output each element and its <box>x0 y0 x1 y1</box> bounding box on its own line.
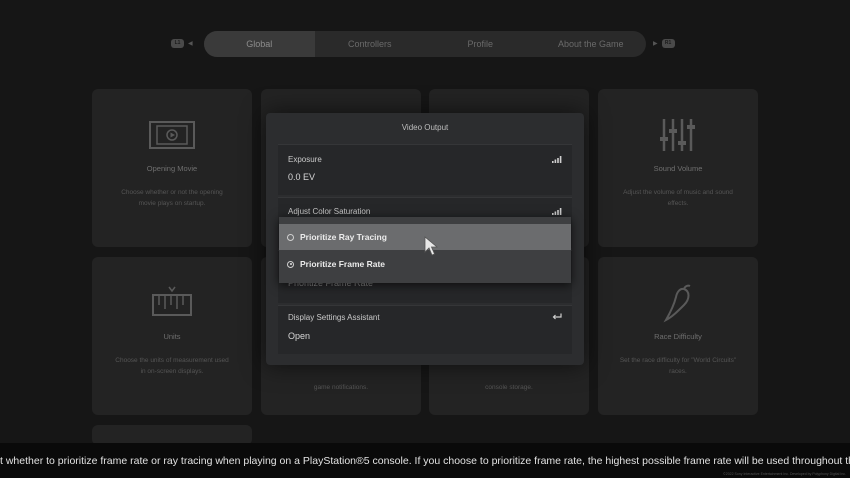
ruler-icon <box>150 283 194 323</box>
copyright-text: ©2022 Sony Interactive Entertainment Inc… <box>723 472 846 476</box>
setting-row-exposure[interactable]: Exposure 0.0 EV <box>278 144 572 195</box>
option-label: Prioritize Ray Tracing <box>300 232 387 242</box>
nav-right-hint[interactable]: ▶ R1 <box>653 39 675 48</box>
tab-profile[interactable]: Profile <box>425 31 536 57</box>
mouse-cursor-icon <box>424 236 438 256</box>
card-description: game notifications. <box>313 384 369 391</box>
card-opening-movie[interactable]: Opening Movie Choose whether or not the … <box>92 89 252 247</box>
option-label: Prioritize Frame Rate <box>300 259 386 269</box>
return-icon <box>552 313 562 320</box>
card-sound-volume[interactable]: Sound Volume Adjust the volume of music … <box>598 89 758 247</box>
card-title: Units <box>163 332 181 341</box>
equalizer-icon <box>658 115 698 155</box>
setting-description: t whether to prioritize frame rate or ra… <box>0 455 850 467</box>
top-nav-tabs: Global Controllers Profile About the Gam… <box>204 31 646 57</box>
tab-global[interactable]: Global <box>204 31 315 57</box>
tab-controllers[interactable]: Controllers <box>315 31 426 57</box>
dialog-title: Video Output <box>401 123 449 132</box>
card-title: Sound Volume <box>653 164 703 173</box>
setting-label: Exposure <box>288 155 322 164</box>
setting-row-display-assistant[interactable]: Display Settings Assistant Open <box>278 305 572 354</box>
radio-selected-icon <box>287 260 294 268</box>
card-description: Choose whether or not the opening movie … <box>121 189 223 207</box>
chevron-left-icon: ◀ <box>188 41 193 47</box>
setting-label: Display Settings Assistant <box>288 313 380 322</box>
chili-pepper-icon <box>660 283 696 323</box>
film-icon <box>148 115 196 155</box>
card-title: Race Difficulty <box>654 332 702 341</box>
card-description: Set the race difficulty for "World Circu… <box>619 357 737 375</box>
setting-label: Adjust Color Saturation <box>288 207 371 216</box>
card-description: Choose the units of measurement used in … <box>115 357 229 375</box>
setting-value: Open <box>288 331 311 341</box>
signal-bars-icon <box>552 156 562 163</box>
radio-unselected-icon <box>287 233 294 241</box>
tab-about-the-game[interactable]: About the Game <box>536 31 647 57</box>
l1-button-icon: L1 <box>171 39 184 48</box>
card-race-difficulty[interactable]: Race Difficulty Set the race difficulty … <box>598 257 758 415</box>
card-description: Adjust the volume of music and sound eff… <box>623 189 733 207</box>
signal-bars-icon <box>552 208 562 215</box>
setting-value: 0.0 EV <box>288 172 316 182</box>
card-description: console storage. <box>485 384 533 391</box>
card-partial[interactable] <box>92 425 252 445</box>
card-title: Opening Movie <box>146 164 198 173</box>
description-footer: t whether to prioritize frame rate or ra… <box>0 443 850 478</box>
nav-left-hint[interactable]: L1 ◀ <box>171 39 193 48</box>
card-units[interactable]: Units Choose the units of measurement us… <box>92 257 252 415</box>
r1-button-icon: R1 <box>661 39 675 48</box>
chevron-right-icon: ▶ <box>653 41 658 47</box>
